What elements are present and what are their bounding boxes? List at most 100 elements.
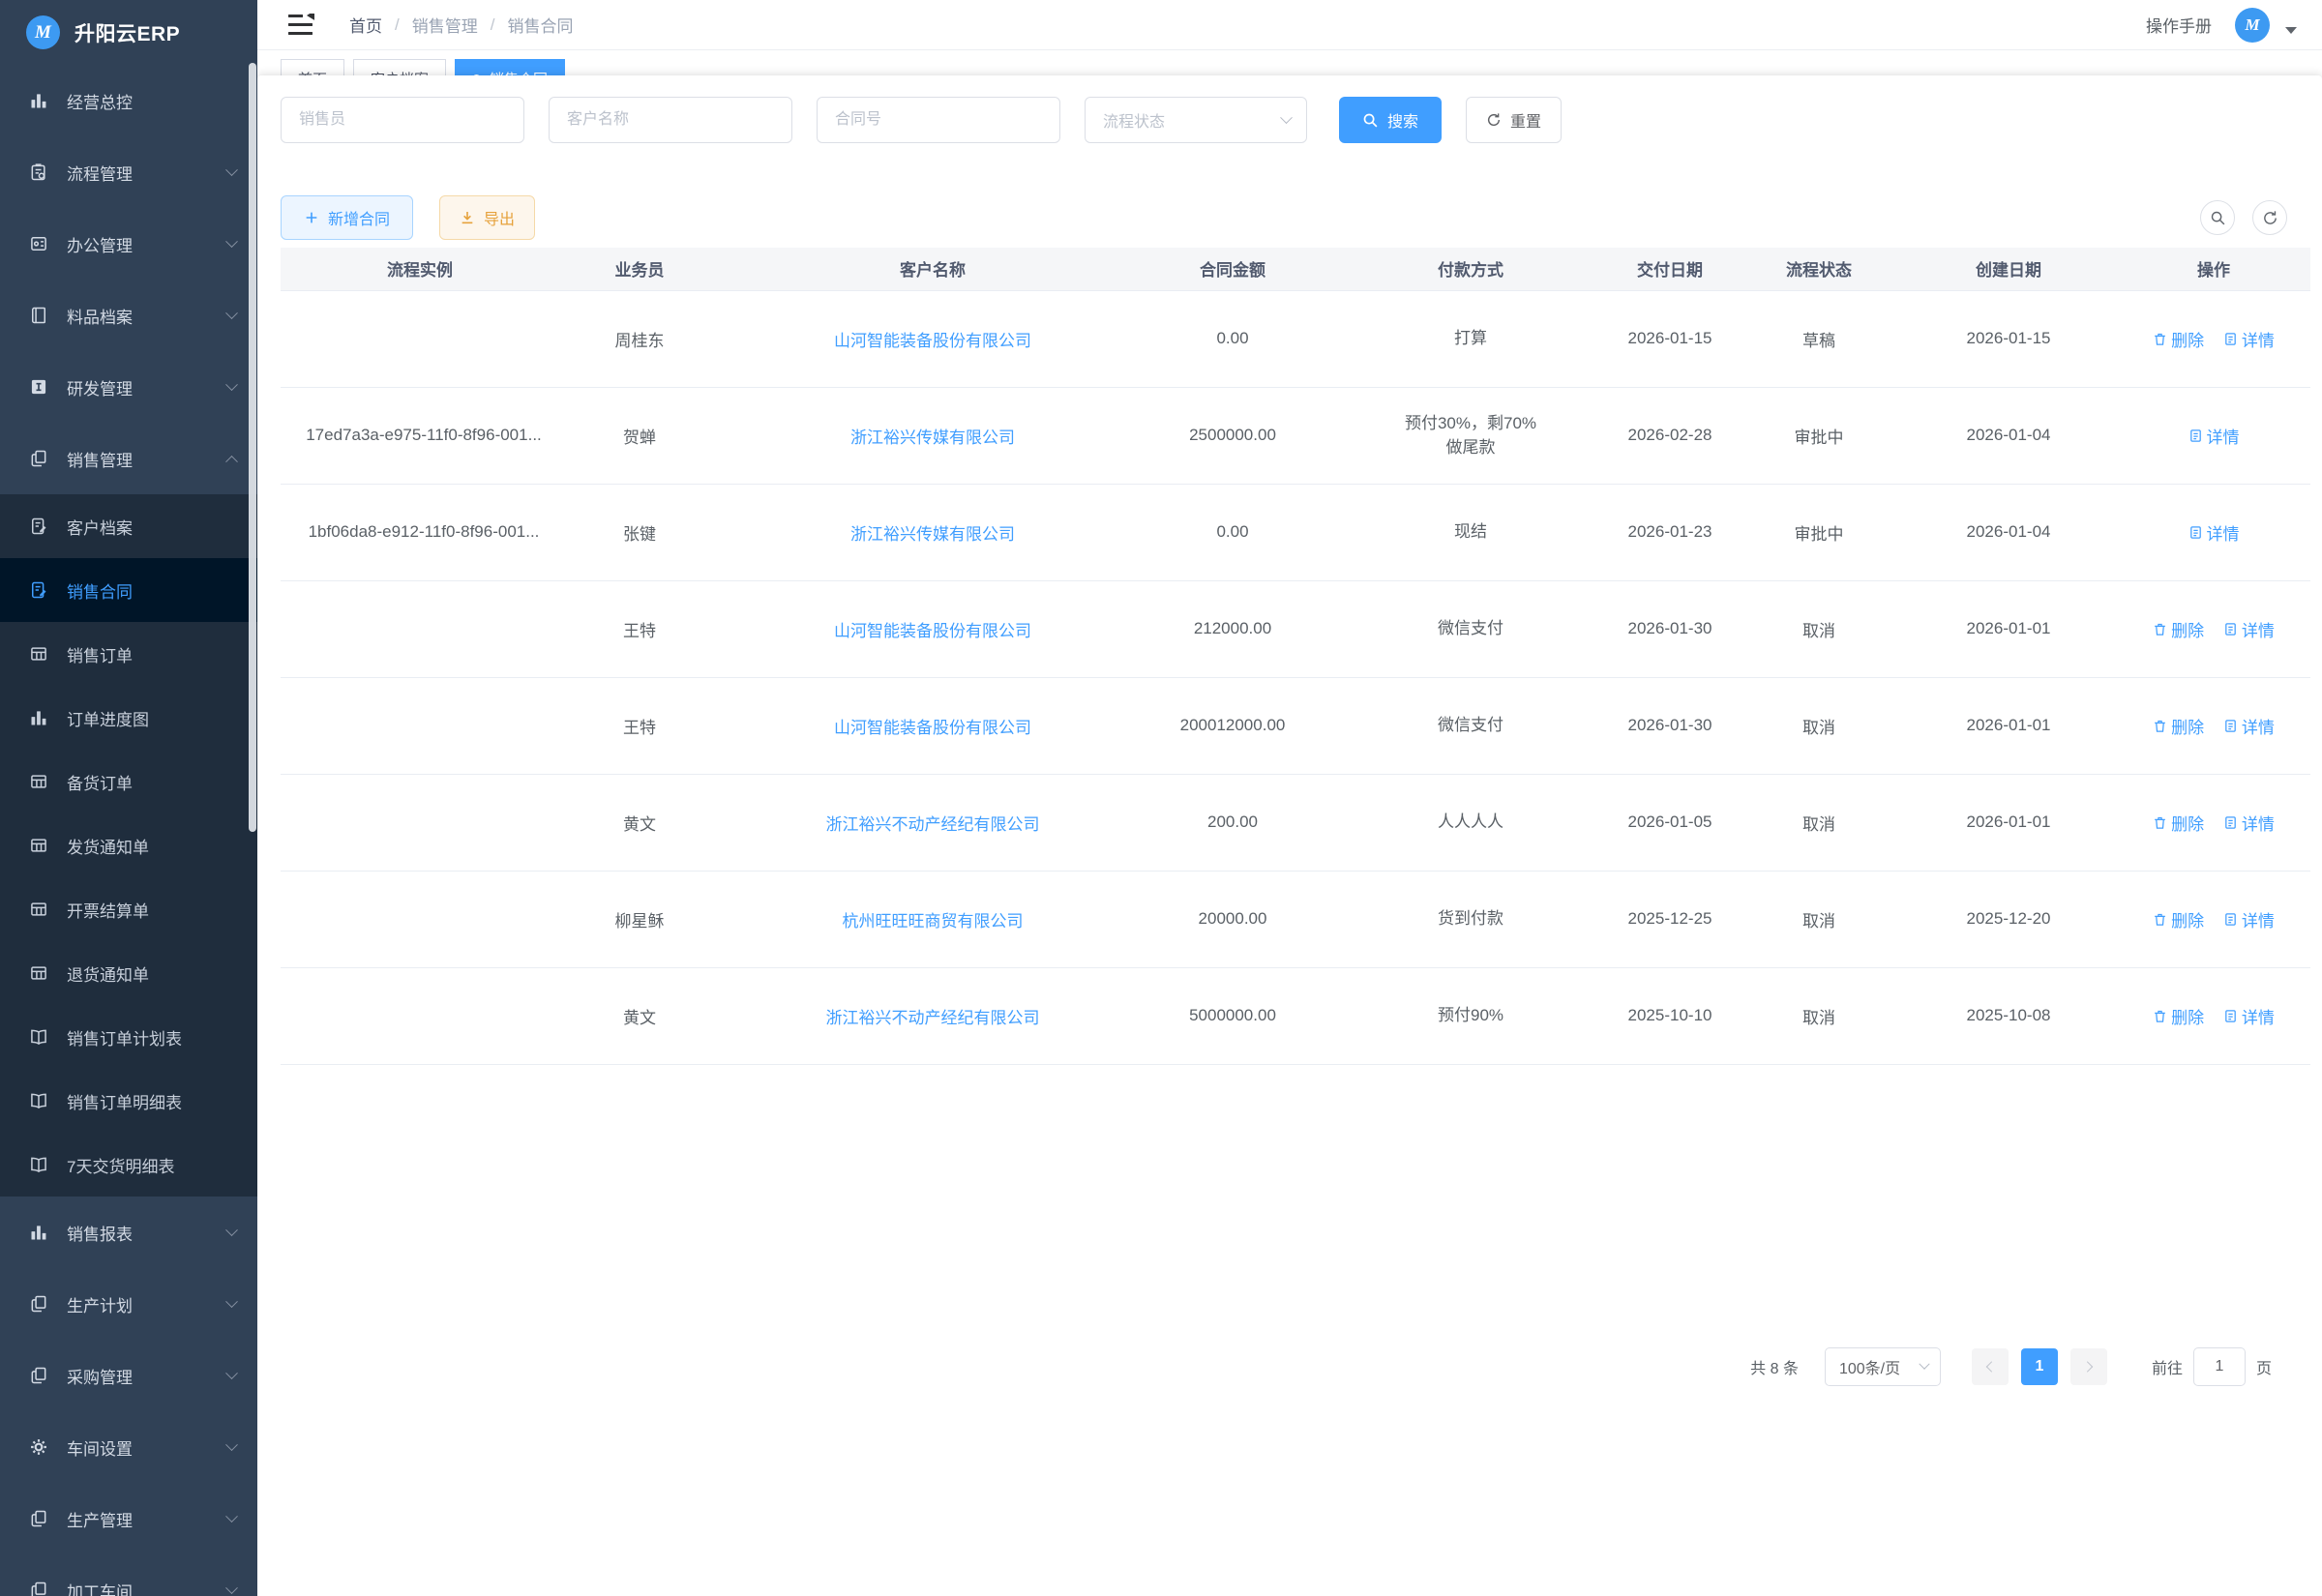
sidebar-item-office-mgmt[interactable]: 办公管理 [0, 208, 257, 280]
sidebar-item-customer-archive[interactable]: 客户档案 [0, 494, 257, 558]
copy-document-icon [29, 1366, 48, 1385]
sidebar-item-material-archive[interactable]: 料品档案 [0, 280, 257, 351]
sidebar-item-sales-report[interactable]: 销售报表 [0, 1197, 257, 1268]
detail-link[interactable]: 详情 [2223, 811, 2275, 835]
sidebar-item-sales-mgmt[interactable]: 销售管理 [0, 423, 257, 494]
delete-link[interactable]: 删除 [2153, 617, 2204, 641]
detail-link[interactable]: 详情 [2188, 520, 2240, 545]
document-icon [2188, 525, 2203, 540]
topbar-right: 操作手册 M [2146, 8, 2297, 43]
detail-link[interactable]: 详情 [2223, 1004, 2275, 1028]
sidebar-item-shipping-notice[interactable]: 发货通知单 [0, 813, 257, 877]
customer-link[interactable]: 浙江裕兴不动产经纪有限公司 [826, 1009, 1040, 1027]
sidebar-item-rnd-mgmt[interactable]: 研发管理 [0, 351, 257, 423]
detail-link[interactable]: 详情 [2188, 424, 2240, 448]
table-search-button[interactable] [2200, 200, 2235, 235]
breadcrumb-separator: / [395, 15, 400, 35]
table-tools [2200, 200, 2310, 235]
add-contract-button[interactable]: 新增合同 [281, 195, 413, 240]
delete-link[interactable]: 删除 [2153, 327, 2204, 351]
reset-button[interactable]: 重置 [1466, 97, 1562, 143]
salesperson-cell: 周桂东 [559, 290, 720, 387]
sidebar-item-label: 销售订单计划表 [67, 1025, 236, 1049]
delivery-date-cell: 2026-01-30 [1602, 580, 1738, 677]
salesperson-input[interactable] [281, 97, 524, 143]
instance-cell [281, 967, 559, 1064]
avatar[interactable]: M [2235, 8, 2270, 43]
customer-link[interactable]: 山河智能装备股份有限公司 [834, 622, 1031, 640]
delete-link[interactable]: 删除 [2153, 1004, 2204, 1028]
collapse-sidebar-icon[interactable] [288, 14, 314, 36]
status-cell: 取消 [1738, 774, 1900, 871]
sidebar-item-production-mgmt[interactable]: 生产管理 [0, 1483, 257, 1554]
sidebar-item-stock-order[interactable]: 备货订单 [0, 750, 257, 813]
chevron-up-icon [225, 455, 238, 467]
current-page-button[interactable]: 1 [2021, 1348, 2058, 1385]
sidebar-item-label: 车间设置 [67, 1435, 227, 1460]
amount-cell: 0.00 [1146, 290, 1339, 387]
copy-document-icon [29, 449, 48, 468]
payment-cell: 微信支付 [1339, 580, 1602, 677]
sidebar-item-overview[interactable]: 经营总控 [0, 65, 257, 136]
table-row: 黄文 浙江裕兴不动产经纪有限公司 5000000.00 预付90% 2025-1… [281, 967, 2310, 1064]
sidebar-item-workshop-settings[interactable]: 车间设置 [0, 1411, 257, 1483]
bar-chart-icon [29, 1223, 48, 1242]
search-button[interactable]: 搜索 [1339, 97, 1442, 143]
customer-link[interactable]: 浙江裕兴传媒有限公司 [850, 429, 1015, 447]
status-cell: 取消 [1738, 871, 1900, 967]
instance-cell [281, 871, 559, 967]
detail-link[interactable]: 详情 [2223, 714, 2275, 738]
customer-name-input[interactable] [549, 97, 792, 143]
next-page-button[interactable] [2070, 1348, 2107, 1385]
delete-link[interactable]: 删除 [2153, 714, 2204, 738]
chevron-down-icon [225, 235, 238, 248]
sidebar-item-production-plan[interactable]: 生产计划 [0, 1268, 257, 1340]
contract-no-input[interactable] [817, 97, 1060, 143]
customer-link[interactable]: 山河智能装备股份有限公司 [834, 332, 1031, 350]
detail-link[interactable]: 详情 [2223, 617, 2275, 641]
prev-page-button[interactable] [1972, 1348, 2009, 1385]
sidebar-item-order-progress[interactable]: 订单进度图 [0, 686, 257, 750]
status-cell: 取消 [1738, 580, 1900, 677]
sidebar-item-sales-order-plan[interactable]: 销售订单计划表 [0, 1005, 257, 1069]
open-book-icon [29, 1155, 48, 1174]
sidebar-item-purchase-mgmt[interactable]: 采购管理 [0, 1340, 257, 1411]
sidebar-item-sales-order[interactable]: 销售订单 [0, 622, 257, 686]
detail-link[interactable]: 详情 [2223, 327, 2275, 351]
customer-link[interactable]: 杭州旺旺旺商贸有限公司 [843, 912, 1024, 931]
sidebar-item-process-mgmt[interactable]: 流程管理 [0, 136, 257, 208]
sidebar-scrollbar[interactable] [249, 63, 256, 832]
salesperson-cell: 贺蝉 [559, 387, 720, 484]
sidebar-item-label: 生产管理 [67, 1507, 227, 1531]
breadcrumb-sales-mgmt[interactable]: 销售管理 [412, 13, 478, 37]
column-header-payment: 付款方式 [1339, 248, 1602, 290]
detail-link[interactable]: 详情 [2223, 907, 2275, 931]
delete-link[interactable]: 删除 [2153, 907, 2204, 931]
sidebar-item-return-notice[interactable]: 退货通知单 [0, 941, 257, 1005]
customer-link[interactable]: 山河智能装备股份有限公司 [834, 719, 1031, 737]
page-size-select[interactable]: 100条/页 [1825, 1347, 1941, 1386]
sidebar-item-invoice-settlement[interactable]: 开票结算单 [0, 877, 257, 941]
table-refresh-button[interactable] [2252, 200, 2287, 235]
goto-page-input[interactable] [2193, 1347, 2246, 1386]
user-menu-caret-icon[interactable] [2285, 27, 2297, 34]
process-status-select[interactable]: 流程状态 [1085, 97, 1307, 143]
copy-document-icon [29, 1509, 48, 1528]
table-row: 1bf06da8-e912-11f0-8f96-001... 张键 浙江裕兴传媒… [281, 484, 2310, 580]
sidebar-item-sales-contract[interactable]: 销售合同 [0, 558, 257, 622]
sidebar-item-delivery-7day[interactable]: 7天交货明细表 [0, 1133, 257, 1197]
export-button[interactable]: 导出 [439, 195, 535, 240]
trash-icon [2153, 1009, 2167, 1023]
customer-link[interactable]: 浙江裕兴不动产经纪有限公司 [826, 815, 1040, 834]
refresh-icon [1486, 112, 1502, 128]
pagination: 共 8 条 100条/页 1 前往 页 [281, 1347, 2310, 1386]
table-row: 17ed7a3a-e975-11f0-8f96-001... 贺蝉 浙江裕兴传媒… [281, 387, 2310, 484]
delete-link[interactable]: 删除 [2153, 811, 2204, 835]
manual-link[interactable]: 操作手册 [2146, 13, 2212, 37]
breadcrumb-home[interactable]: 首页 [349, 13, 382, 37]
column-header-created: 创建日期 [1900, 248, 2117, 290]
sidebar-item-processing-workshop[interactable]: 加工车间 [0, 1554, 257, 1596]
customer-link[interactable]: 浙江裕兴传媒有限公司 [850, 525, 1015, 544]
sidebar-item-sales-order-detail[interactable]: 销售订单明细表 [0, 1069, 257, 1133]
sidebar-item-label: 销售报表 [67, 1221, 227, 1245]
